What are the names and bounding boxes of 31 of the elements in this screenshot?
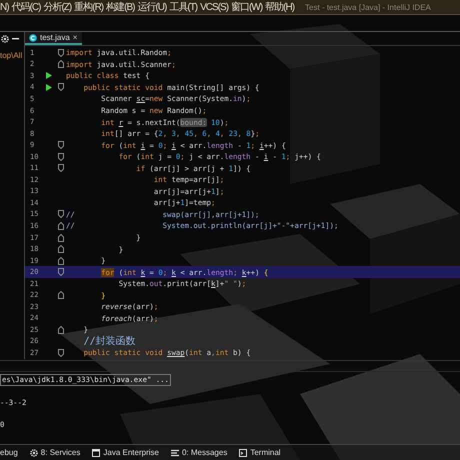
tool-window-button[interactable]: 8: Services (30, 448, 80, 457)
editor-tab[interactable]: test.java × (25, 32, 82, 45)
menu-item[interactable]: 分析(Z) (43, 0, 72, 14)
gear-icon (30, 448, 38, 456)
fold-icon[interactable] (58, 291, 64, 300)
tool-window-button[interactable]: ebug (0, 448, 18, 457)
menu-item[interactable]: VCS(S) (200, 0, 228, 14)
window-icon (92, 448, 100, 456)
project-path[interactable]: top\All (0, 51, 24, 61)
menu-item[interactable]: N) (0, 0, 9, 14)
fold-icon[interactable] (58, 348, 64, 357)
minimize-icon[interactable] (12, 38, 19, 40)
menu-item[interactable]: 代码(C) (12, 0, 40, 14)
list-icon (170, 448, 179, 456)
tool-window-button[interactable]: Terminal (239, 448, 281, 457)
terminal-icon (239, 448, 248, 456)
menu-item[interactable]: 重构(R) (74, 0, 104, 14)
code-line: //封装函数 (82, 336, 137, 347)
menu-item[interactable]: 构建(B) (106, 0, 134, 14)
window-title: Test - test.java [Java] - IntelliJ IDEA (305, 2, 431, 12)
menu-item[interactable]: 窗口(W) (231, 0, 262, 14)
java-class-icon (29, 34, 37, 42)
tool-window-button[interactable]: 0: Messages (170, 448, 228, 457)
tool-window-button[interactable]: Java Enterprise (92, 448, 159, 457)
close-icon[interactable]: × (72, 33, 78, 42)
menu-item[interactable]: 运行(U) (137, 0, 166, 14)
fold-icon[interactable] (58, 83, 64, 92)
menu-item[interactable]: 工具(T) (169, 0, 198, 14)
menu-item[interactable]: 帮助(H) (265, 0, 294, 14)
fold-icon[interactable] (58, 326, 64, 334)
gear-icon (1, 34, 9, 42)
